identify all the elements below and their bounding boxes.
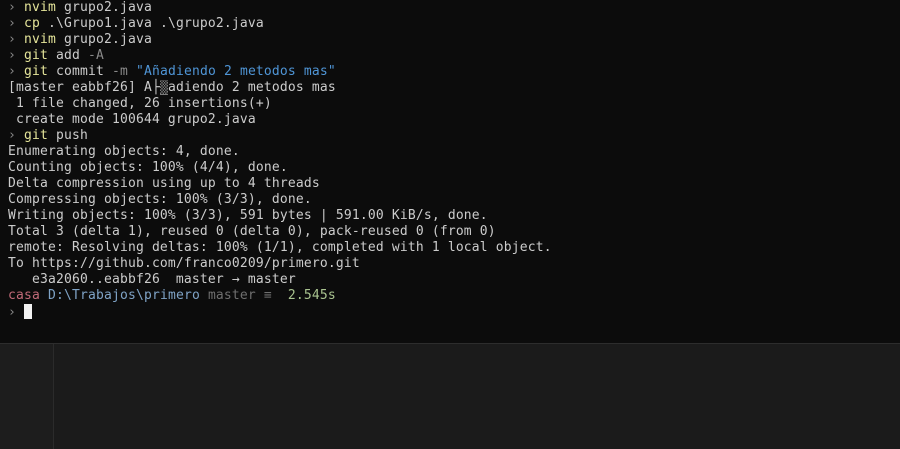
push-command-line: › git push bbox=[8, 128, 88, 144]
command-args: grupo2.java bbox=[56, 32, 152, 47]
output-line: Counting objects: 100% (4/4), done. bbox=[8, 160, 288, 175]
history-line: › nvim grupo2.java bbox=[8, 32, 152, 48]
output-line: e3a2060..eabbf26 master → master bbox=[8, 272, 296, 287]
prompt-chevron-icon: › bbox=[8, 128, 16, 143]
output-line: To https://github.com/franco0209/primero… bbox=[8, 256, 360, 271]
command-args: add bbox=[48, 48, 88, 63]
prompt-chevron-icon: › bbox=[8, 305, 16, 320]
history-line: › git add -A bbox=[8, 48, 104, 64]
garbled-char: ▒ bbox=[159, 80, 168, 95]
command: git bbox=[24, 64, 48, 79]
history-line: › nvim grupo2.java bbox=[8, 0, 152, 16]
history-line: › cp .\Grupo1.java .\grupo2.java bbox=[8, 16, 264, 32]
command-args: commit bbox=[48, 64, 112, 79]
prompt-chevron-icon: › bbox=[8, 16, 16, 31]
command-flag: -m bbox=[111, 64, 128, 79]
command-args: .\Grupo1.java .\grupo2.java bbox=[40, 16, 264, 31]
bottom-panel bbox=[0, 343, 900, 449]
output-line: Writing objects: 100% (3/3), 591 bytes |… bbox=[8, 208, 488, 223]
prompt-status-line: casa D:\Trabajos\primero master ≡ 2.545s bbox=[8, 288, 336, 304]
prompt-chevron-icon: › bbox=[8, 32, 16, 47]
commit-prefix: [master eabbf26] A bbox=[8, 80, 152, 95]
command-args: grupo2.java bbox=[56, 0, 152, 15]
output-line: 1 file changed, 26 insertions(+) bbox=[8, 96, 272, 111]
commit-message-string: "Añadiendo 2 metodos mas" bbox=[135, 64, 336, 79]
output-line: Delta compression using up to 4 threads bbox=[8, 176, 320, 191]
command: git bbox=[24, 48, 48, 63]
text-cursor bbox=[24, 304, 32, 319]
prompt-path: D:\Trabajos\primero bbox=[48, 288, 200, 303]
command-args: push bbox=[48, 128, 88, 143]
output-line: create mode 100644 grupo2.java bbox=[8, 112, 256, 127]
commit-suffix: adiendo 2 metodos mas bbox=[167, 80, 336, 95]
output-line: Compressing objects: 100% (3/3), done. bbox=[8, 192, 312, 207]
prompt-git-branch: master ≡ bbox=[207, 288, 272, 303]
command: git bbox=[24, 128, 48, 143]
bottom-sidebar bbox=[0, 344, 54, 449]
terminal-output[interactable]: › nvim grupo2.java › cp .\Grupo1.java .\… bbox=[0, 0, 900, 343]
output-line: remote: Resolving deltas: 100% (1/1), co… bbox=[8, 240, 552, 255]
garbled-char: ├ bbox=[151, 80, 160, 95]
prompt-chevron-icon: › bbox=[8, 48, 16, 63]
output-line: Enumerating objects: 4, done. bbox=[8, 144, 240, 159]
command: nvim bbox=[24, 32, 56, 47]
history-line: › git commit -m "Añadiendo 2 metodos mas… bbox=[8, 64, 336, 80]
command-flag: -A bbox=[87, 48, 104, 63]
commit-output-line: [master eabbf26] A├▒adiendo 2 metodos ma… bbox=[8, 80, 336, 96]
command: cp bbox=[24, 16, 40, 31]
prompt-duration: 2.545s bbox=[287, 288, 336, 303]
prompt-chevron-icon: › bbox=[8, 64, 16, 79]
output-line: Total 3 (delta 1), reused 0 (delta 0), p… bbox=[8, 224, 496, 239]
prompt-chevron-icon: › bbox=[8, 0, 16, 15]
active-prompt-line[interactable]: › bbox=[8, 304, 32, 320]
prompt-user: casa bbox=[8, 288, 40, 303]
command: nvim bbox=[24, 0, 56, 15]
